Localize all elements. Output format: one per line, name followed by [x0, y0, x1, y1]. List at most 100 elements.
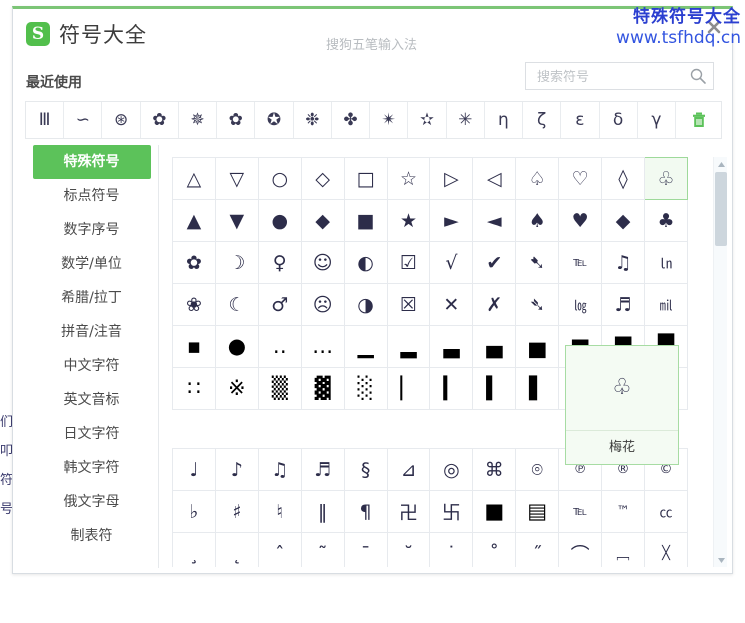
symbol-cell[interactable]: ㏕ — [644, 284, 687, 326]
symbol-cell[interactable]: ● — [215, 326, 258, 368]
recent-symbol-cell[interactable]: ✿ — [217, 102, 255, 138]
symbol-cell[interactable]: ◎ — [430, 449, 473, 491]
symbol-cell[interactable]: ▲ — [173, 200, 216, 242]
symbol-cell[interactable]: ♡ — [559, 158, 602, 200]
symbol-cell[interactable]: ♤ — [516, 158, 559, 200]
triangle-down-icon[interactable] — [714, 553, 728, 567]
symbol-cell[interactable]: ▂ — [387, 326, 430, 368]
recent-symbol-cell[interactable]: ✤ — [332, 102, 370, 138]
symbol-cell[interactable]: ◑ — [344, 284, 387, 326]
symbol-cell[interactable]: ⊿ — [387, 449, 430, 491]
symbol-cell[interactable]: ☺ — [301, 242, 344, 284]
symbol-cell[interactable]: ▼ — [215, 200, 258, 242]
symbol-cell[interactable]: ㏄ — [644, 491, 687, 533]
symbol-cell[interactable]: ¸ — [173, 533, 216, 568]
recent-symbol-cell[interactable]: ε — [561, 102, 599, 138]
symbol-cell[interactable]: ▄ — [473, 326, 516, 368]
symbol-cell[interactable]: ❀ — [173, 284, 216, 326]
symbol-cell[interactable]: ♮ — [258, 491, 301, 533]
sidebar-item-special[interactable]: 特殊符号 — [33, 145, 151, 179]
symbol-cell[interactable]: ˛ — [215, 533, 258, 568]
symbol-cell[interactable]: ∷ — [173, 368, 216, 410]
symbol-cell[interactable]: ♂ — [258, 284, 301, 326]
symbol-cell[interactable]: ‥ — [258, 326, 301, 368]
recent-symbol-cell[interactable]: ✳ — [447, 102, 485, 138]
recent-symbol-cell[interactable]: δ — [600, 102, 638, 138]
symbol-cell[interactable]: ◆ — [602, 200, 645, 242]
search-icon[interactable] — [689, 67, 707, 85]
symbol-cell[interactable]: ♬ — [602, 284, 645, 326]
symbol-cell[interactable]: ➴ — [516, 284, 559, 326]
symbol-cell[interactable]: ☹ — [301, 284, 344, 326]
recent-symbol-cell[interactable]: ✫ — [408, 102, 446, 138]
symbol-cell[interactable]: ▒ — [258, 368, 301, 410]
search-box[interactable] — [525, 62, 714, 90]
symbol-cell[interactable]: ▅ — [516, 326, 559, 368]
symbol-cell[interactable]: ☾ — [215, 284, 258, 326]
symbol-cell[interactable]: ▏ — [387, 368, 430, 410]
symbol-cell[interactable]: ♪ — [215, 449, 258, 491]
symbol-cell[interactable]: ▤ — [516, 491, 559, 533]
symbol-cell[interactable]: ˉ — [344, 533, 387, 568]
symbol-cell-selected[interactable]: ♧ — [644, 158, 687, 200]
sidebar-item-pinyin-zhuyin[interactable]: 拼音/注音 — [25, 315, 158, 349]
symbol-cell[interactable]: ✔ — [473, 242, 516, 284]
recent-symbol-cell[interactable]: ✴ — [370, 102, 408, 138]
symbol-cell[interactable]: ※ — [215, 368, 258, 410]
symbol-cell[interactable]: ‖ — [301, 491, 344, 533]
recent-symbol-cell[interactable]: ✿ — [141, 102, 179, 138]
symbol-cell[interactable]: ◊ — [602, 158, 645, 200]
symbol-cell[interactable]: ◄ — [473, 200, 516, 242]
sidebar-item-chinese-chars[interactable]: 中文字符 — [25, 349, 158, 383]
symbol-cell[interactable]: ¶ — [344, 491, 387, 533]
recent-symbol-cell[interactable]: ✵ — [179, 102, 217, 138]
sidebar-item-japanese-chars[interactable]: 日文字符 — [25, 417, 158, 451]
sidebar-item-table-chars[interactable]: 制表符 — [25, 519, 158, 553]
search-input[interactable] — [535, 63, 689, 91]
symbol-cell[interactable]: ☽ — [215, 242, 258, 284]
recent-symbol-cell[interactable]: ❉ — [294, 102, 332, 138]
symbol-cell[interactable]: 卐 — [430, 491, 473, 533]
symbol-cell[interactable]: ▌ — [516, 368, 559, 410]
symbol-cell[interactable]: ◁ — [473, 158, 516, 200]
recent-symbol-cell[interactable]: η — [485, 102, 523, 138]
symbol-cell[interactable]: ▍ — [473, 368, 516, 410]
symbol-cell[interactable]: ○ — [258, 158, 301, 200]
grid-scrollbar[interactable] — [713, 157, 727, 567]
close-icon[interactable] — [705, 18, 723, 36]
symbol-cell[interactable]: ˘ — [387, 533, 430, 568]
symbol-cell[interactable]: § — [344, 449, 387, 491]
symbol-cell[interactable]: ♥ — [559, 200, 602, 242]
symbol-cell[interactable]: ˝ — [516, 533, 559, 568]
symbol-cell[interactable]: ◇ — [301, 158, 344, 200]
symbol-cell[interactable]: ╳ — [644, 533, 687, 568]
symbol-cell[interactable]: ♣ — [644, 200, 687, 242]
symbol-cell[interactable]: ✿ — [173, 242, 216, 284]
symbol-cell[interactable]: □ — [344, 158, 387, 200]
scroll-thumb[interactable] — [715, 172, 727, 246]
symbol-cell[interactable]: √ — [430, 242, 473, 284]
symbol-cell[interactable]: ✕ — [430, 284, 473, 326]
symbol-cell[interactable]: ▷ — [430, 158, 473, 200]
symbol-cell[interactable]: ⌾ — [516, 449, 559, 491]
symbol-cell[interactable]: ▽ — [215, 158, 258, 200]
symbol-cell[interactable]: ˙ — [430, 533, 473, 568]
recent-symbol-cell[interactable]: ✪ — [255, 102, 293, 138]
sidebar-item-russian-letters[interactable]: 俄文字母 — [25, 485, 158, 519]
symbol-cell[interactable]: ▁ — [344, 326, 387, 368]
symbol-cell[interactable]: ● — [258, 200, 301, 242]
symbol-cell[interactable]: ♫ — [602, 242, 645, 284]
symbol-cell[interactable]: ♫ — [258, 449, 301, 491]
symbol-cell[interactable]: ㏑ — [644, 242, 687, 284]
symbol-cell[interactable]: ▓ — [301, 368, 344, 410]
symbol-cell[interactable]: ▎ — [430, 368, 473, 410]
symbol-cell[interactable]: ™ — [602, 491, 645, 533]
symbol-cell[interactable]: ♯ — [215, 491, 258, 533]
symbol-cell[interactable]: ✗ — [473, 284, 516, 326]
symbol-cell[interactable]: ℡ — [559, 491, 602, 533]
symbol-cell[interactable]: ˆ — [258, 533, 301, 568]
symbol-cell[interactable]: ⌒ — [559, 533, 602, 568]
symbol-cell[interactable]: ◆ — [301, 200, 344, 242]
symbol-cell[interactable]: ㏒ — [559, 284, 602, 326]
symbol-cell[interactable]: ▪ — [173, 326, 216, 368]
